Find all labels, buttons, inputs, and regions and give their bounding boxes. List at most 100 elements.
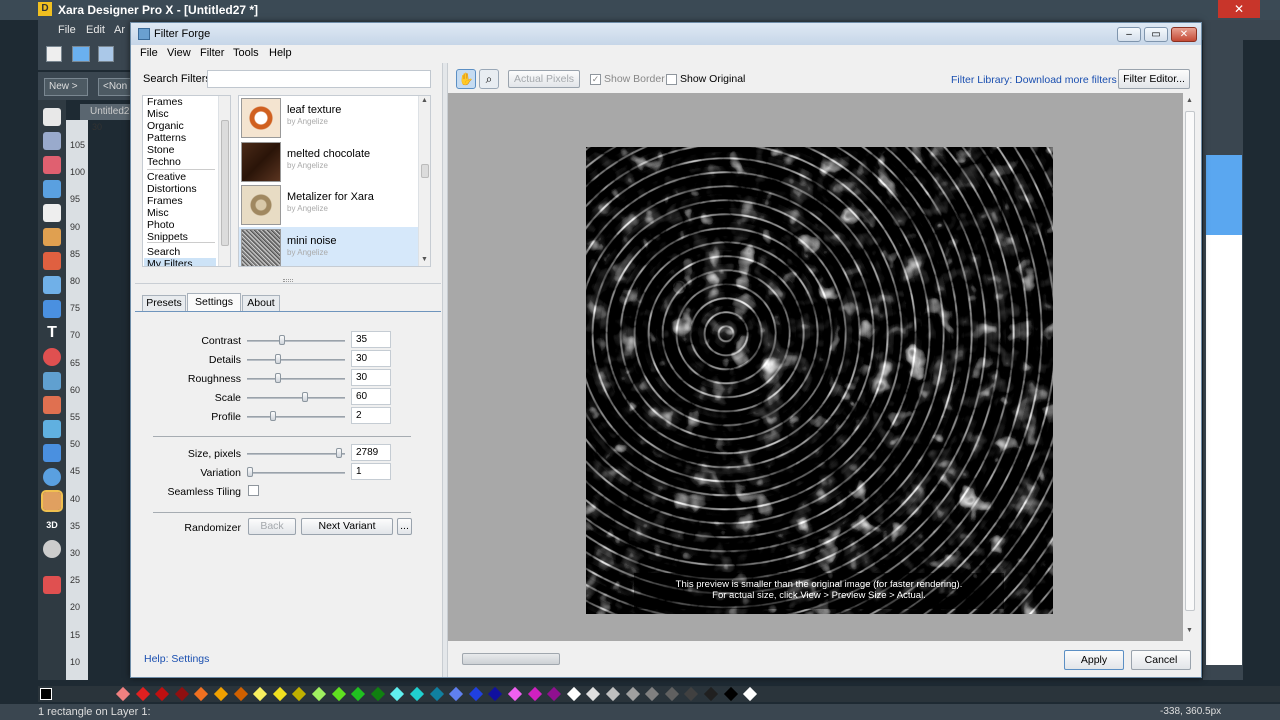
tab-settings[interactable]: Settings: [187, 293, 241, 312]
new-button[interactable]: New >: [44, 78, 88, 96]
details-slider-knob[interactable]: [274, 354, 281, 364]
palette-swatch[interactable]: [468, 686, 483, 702]
palette-swatch[interactable]: [370, 686, 385, 702]
eraser-tool-icon[interactable]: [43, 156, 61, 174]
contour-tool-icon[interactable]: [43, 180, 61, 198]
list-resize-grip[interactable]: [283, 279, 293, 282]
show-original-checkbox[interactable]: [666, 74, 677, 85]
palette-swatch[interactable]: [272, 686, 287, 702]
filter-list-scrollbar-thumb[interactable]: [421, 164, 429, 178]
palette-swatch[interactable]: [586, 686, 601, 702]
roughness-input[interactable]: [351, 369, 391, 386]
category-item[interactable]: Search: [147, 246, 180, 258]
bevel-tool-icon[interactable]: [43, 420, 61, 438]
selector-tool-icon[interactable]: [43, 108, 61, 126]
preview-image[interactable]: This preview is smaller than the origina…: [586, 147, 1053, 614]
palette-swatch[interactable]: [331, 686, 346, 702]
xara-close-button[interactable]: ✕: [1218, 0, 1260, 18]
zoom-tool-icon[interactable]: ⌕: [479, 69, 499, 89]
contrast-input[interactable]: [351, 331, 391, 348]
menu-file[interactable]: File: [140, 47, 158, 59]
no-color-swatch[interactable]: [40, 688, 52, 700]
search-filters-input[interactable]: [207, 70, 431, 88]
tab-presets[interactable]: Presets: [142, 295, 186, 312]
rectangle-tool-icon[interactable]: [43, 300, 61, 318]
ellipse-tool-icon[interactable]: [43, 348, 61, 366]
shape-editor-icon[interactable]: [43, 204, 61, 222]
palette-swatch[interactable]: [390, 686, 405, 702]
category-item[interactable]: Stone: [147, 144, 174, 156]
palette-swatch[interactable]: [351, 686, 366, 702]
details-input[interactable]: [351, 350, 391, 367]
roughness-slider-knob[interactable]: [274, 373, 281, 383]
palette-swatch[interactable]: [703, 686, 719, 702]
filter-list[interactable]: leaf texture by Angelize melted chocolate b…: [238, 95, 431, 267]
menu-view[interactable]: View: [167, 47, 191, 59]
category-item[interactable]: Misc: [147, 207, 169, 219]
palette-swatch[interactable]: [664, 686, 679, 702]
menu-help[interactable]: Help: [269, 47, 292, 59]
size-pixels-slider[interactable]: [247, 453, 345, 455]
category-item[interactable]: Frames: [147, 195, 183, 207]
filter-item[interactable]: Metalizer for Xara by Angelize: [239, 183, 418, 227]
palette-swatch[interactable]: [429, 686, 444, 702]
randomizer-options-button[interactable]: ...: [397, 518, 412, 535]
hand-tool-icon[interactable]: ✋: [456, 69, 476, 89]
apply-button[interactable]: Apply: [1064, 650, 1124, 670]
pencil-tool-icon[interactable]: [43, 252, 61, 270]
profile-slider[interactable]: [247, 416, 345, 418]
palette-swatch[interactable]: [684, 686, 699, 702]
category-item[interactable]: Frames: [147, 96, 183, 108]
zoom-tool-icon[interactable]: [43, 132, 61, 150]
scale-input[interactable]: [351, 388, 391, 405]
feather-tool-icon[interactable]: [43, 540, 61, 558]
variation-input[interactable]: [351, 463, 391, 480]
palette-swatch[interactable]: [194, 686, 209, 702]
menu-tools[interactable]: Tools: [233, 47, 259, 59]
palette-swatch[interactable]: [155, 686, 170, 702]
blend-tool-icon[interactable]: [43, 468, 61, 486]
category-item[interactable]: Patterns: [147, 132, 186, 144]
category-item[interactable]: My Filters: [144, 258, 216, 266]
open-folder-icon[interactable]: [72, 46, 90, 62]
category-scrollbar[interactable]: [218, 96, 230, 266]
scroll-up-arrow-icon[interactable]: ▲: [421, 97, 428, 104]
variation-slider[interactable]: [247, 472, 345, 474]
palette-swatch[interactable]: [115, 686, 131, 702]
tab-about[interactable]: About: [242, 295, 280, 312]
preview-area[interactable]: This preview is smaller than the origina…: [448, 93, 1183, 641]
palette-swatch[interactable]: [645, 686, 660, 702]
scale-slider-knob[interactable]: [302, 392, 309, 402]
scroll-down-arrow-icon[interactable]: ▼: [1186, 627, 1193, 634]
contrast-slider-knob[interactable]: [279, 335, 286, 345]
filter-item[interactable]: leaf texture by Angelize: [239, 96, 418, 140]
transparency-tool-icon[interactable]: [43, 372, 61, 390]
color-palette[interactable]: [38, 686, 1280, 702]
palette-swatch[interactable]: [605, 686, 621, 702]
profile-slider-knob[interactable]: [270, 411, 276, 421]
next-variant-button[interactable]: Next Variant: [301, 518, 393, 535]
palette-swatch[interactable]: [566, 686, 581, 702]
save-icon[interactable]: [98, 46, 114, 62]
contrast-slider[interactable]: [247, 340, 345, 342]
maximize-button[interactable]: ▭: [1144, 27, 1168, 42]
details-slider[interactable]: [247, 359, 345, 361]
palette-swatch[interactable]: [743, 686, 758, 702]
size-pixels-slider-knob[interactable]: [336, 448, 343, 458]
category-item[interactable]: Creative: [147, 171, 186, 183]
scroll-down-arrow-icon[interactable]: ▼: [421, 256, 428, 263]
palette-swatch[interactable]: [233, 686, 248, 702]
show-border-checkbox[interactable]: ✓: [590, 74, 601, 85]
preview-scrollbar-thumb[interactable]: [1185, 111, 1195, 611]
photo-tool-icon[interactable]: [41, 490, 63, 512]
profile-input[interactable]: [351, 407, 391, 424]
palette-swatch[interactable]: [625, 686, 640, 702]
filter-item[interactable]: melted chocolate by Angelize: [239, 140, 418, 184]
palette-swatch[interactable]: [527, 686, 542, 702]
text-tool-icon[interactable]: T: [43, 324, 61, 342]
new-document-icon[interactable]: [46, 46, 62, 62]
palette-swatch[interactable]: [723, 686, 738, 702]
size-pixels-input[interactable]: [351, 444, 391, 461]
help-settings-link[interactable]: Help: Settings: [144, 653, 209, 665]
filter-list-scrollbar[interactable]: ▲ ▼: [418, 96, 430, 266]
